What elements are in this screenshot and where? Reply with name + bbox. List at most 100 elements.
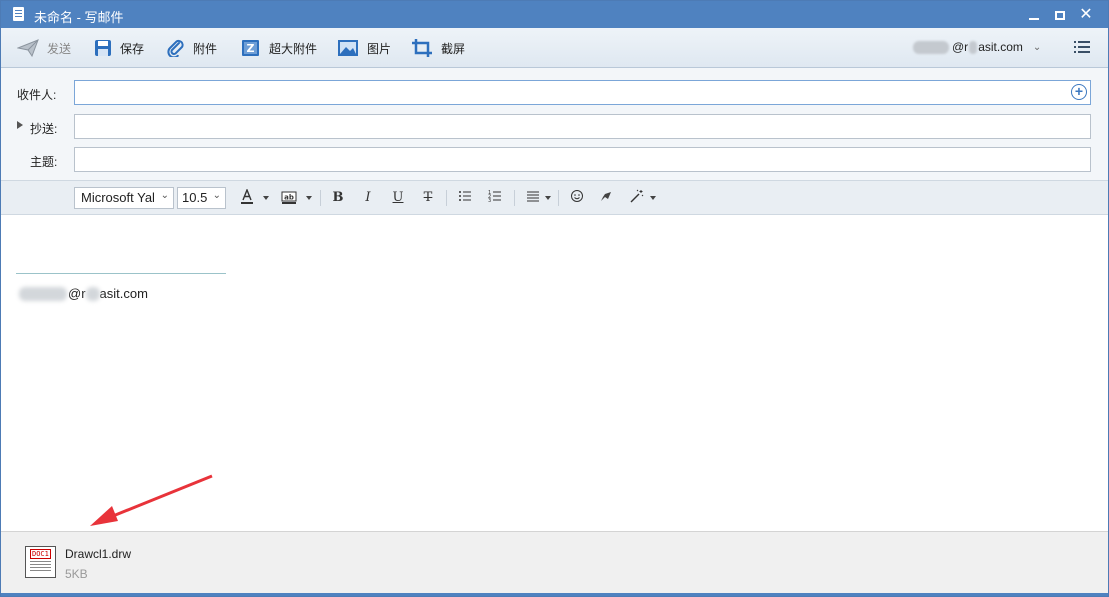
- file-icon-tag: DOC1: [30, 549, 51, 559]
- notepad-icon: [13, 7, 24, 21]
- attachment-file-name[interactable]: Drawcl1.drw: [65, 547, 131, 561]
- attachment-file-size: 5KB: [65, 567, 88, 581]
- chevron-down-icon: ⌄: [212, 190, 221, 201]
- numbered-list-button[interactable]: 123: [487, 189, 503, 207]
- image-label: 图片: [367, 41, 392, 56]
- attachment-area: DOC1 Drawcl1.drw 5KB: [1, 531, 1108, 593]
- signature-email: @r asit.com: [19, 286, 148, 301]
- screenshot-label: 截屏: [441, 41, 466, 56]
- svg-text:ab: ab: [284, 194, 294, 202]
- align-icon: [527, 191, 539, 202]
- cc-label: 抄送:: [30, 122, 58, 136]
- signature-at: @r: [68, 286, 86, 301]
- numbered-list-icon: 123: [488, 190, 501, 204]
- svg-text:Z: Z: [247, 42, 255, 55]
- emoji-button[interactable]: [569, 189, 585, 207]
- add-recipient-button[interactable]: +: [1071, 84, 1087, 100]
- menu-button[interactable]: [1074, 41, 1091, 55]
- title-bar: 未命名 - 写邮件 ✕: [1, 1, 1108, 28]
- redacted-username: [913, 40, 949, 54]
- account-selector[interactable]: @r asit.com ⌄: [913, 40, 1041, 54]
- big-attachment-label: 超大附件: [269, 41, 318, 56]
- attach-button[interactable]: 附件: [167, 37, 217, 59]
- plus-circle-icon: +: [1074, 83, 1084, 99]
- compose-window: 未命名 - 写邮件 ✕ 发送 保存 附件 Z 超大附件 图片 截屏 @r asi…: [0, 0, 1109, 597]
- save-label: 保存: [120, 41, 145, 56]
- signature-divider: [16, 273, 226, 274]
- align-dropdown-icon[interactable]: [545, 196, 551, 200]
- align-button[interactable]: [525, 189, 541, 207]
- chevron-down-icon: ⌄: [160, 190, 169, 201]
- close-button[interactable]: ✕: [1075, 5, 1097, 25]
- account-at: @r: [952, 40, 969, 54]
- big-attachment-button[interactable]: Z 超大附件: [241, 37, 317, 59]
- bullet-list-button[interactable]: [457, 189, 473, 207]
- minimize-button[interactable]: [1023, 5, 1045, 25]
- separator: [514, 190, 515, 206]
- strikethrough-button[interactable]: T: [421, 189, 435, 207]
- highlight-color-button[interactable]: ab: [280, 189, 298, 207]
- attach-label: 附件: [193, 41, 218, 56]
- font-color-icon: [241, 188, 253, 204]
- document-file-icon[interactable]: DOC1: [25, 546, 56, 578]
- font-size-select[interactable]: 10.5 ⌄: [177, 187, 226, 209]
- subject-label: 主题:: [30, 155, 58, 169]
- save-icon: [95, 40, 111, 56]
- bullet-list-icon: [459, 191, 471, 201]
- font-color-dropdown-icon[interactable]: [263, 196, 269, 200]
- minimize-icon: [1029, 18, 1039, 20]
- format-painter-button[interactable]: [598, 189, 614, 207]
- chevron-down-icon: ⌄: [1032, 41, 1042, 53]
- highlight-icon: ab: [281, 191, 297, 204]
- italic-button[interactable]: I: [361, 189, 375, 207]
- svg-text:3: 3: [488, 198, 491, 203]
- redacted-domain-part: [969, 40, 978, 54]
- highlight-dropdown-icon[interactable]: [306, 196, 312, 200]
- brush-icon: [601, 192, 611, 201]
- underline-button[interactable]: U: [391, 189, 405, 207]
- image-button[interactable]: 图片: [337, 37, 391, 59]
- magic-wand-dropdown-icon[interactable]: [650, 196, 656, 200]
- file-icon-lines: [30, 561, 51, 562]
- separator: [558, 190, 559, 206]
- font-family-value: Microsoft Yal: [81, 190, 155, 205]
- big-attachment-icon: Z: [242, 40, 259, 56]
- save-button[interactable]: 保存: [94, 37, 144, 59]
- image-icon: [338, 40, 358, 56]
- redacted-domain-part: [85, 286, 100, 301]
- to-label: 收件人:: [17, 88, 57, 102]
- send-label: 发送: [47, 41, 72, 56]
- underline-icon: U: [392, 190, 404, 205]
- redacted-username: [19, 286, 67, 301]
- maximize-icon: [1055, 11, 1065, 20]
- separator: [446, 190, 447, 206]
- toolbar: 发送 保存 附件 Z 超大附件 图片 截屏 @r asit.com ⌄: [1, 28, 1108, 68]
- window-title: 未命名 - 写邮件: [34, 10, 124, 25]
- subject-input[interactable]: [74, 147, 1091, 172]
- strikethrough-icon: T: [423, 190, 433, 205]
- send-icon: [17, 39, 39, 57]
- smiley-icon: [571, 190, 583, 202]
- bold-button[interactable]: B: [331, 189, 345, 207]
- signature-domain: asit.com: [99, 286, 148, 301]
- font-color-button[interactable]: [239, 188, 255, 207]
- expand-cc-arrow-icon[interactable]: [17, 121, 23, 129]
- send-button[interactable]: 发送: [17, 37, 71, 59]
- header-fields: 收件人: + 抄送: 主题:: [1, 68, 1108, 180]
- bold-icon: B: [332, 190, 344, 205]
- to-input[interactable]: [74, 80, 1091, 105]
- cc-input[interactable]: [74, 114, 1091, 139]
- screenshot-button[interactable]: 截屏: [411, 37, 465, 59]
- crop-icon: [412, 39, 432, 57]
- list-menu-icon: [1074, 41, 1090, 43]
- account-domain: asit.com: [978, 40, 1023, 54]
- maximize-button[interactable]: [1049, 5, 1071, 25]
- window-bottom-border: [1, 593, 1108, 596]
- paperclip-icon: [167, 39, 184, 57]
- red-arrow-annotation: [90, 474, 213, 526]
- italic-icon: I: [365, 190, 371, 205]
- separator: [320, 190, 321, 206]
- font-family-select[interactable]: Microsoft Yal ⌄: [74, 187, 174, 209]
- magic-wand-button[interactable]: [629, 189, 645, 207]
- font-size-value: 10.5: [182, 190, 208, 205]
